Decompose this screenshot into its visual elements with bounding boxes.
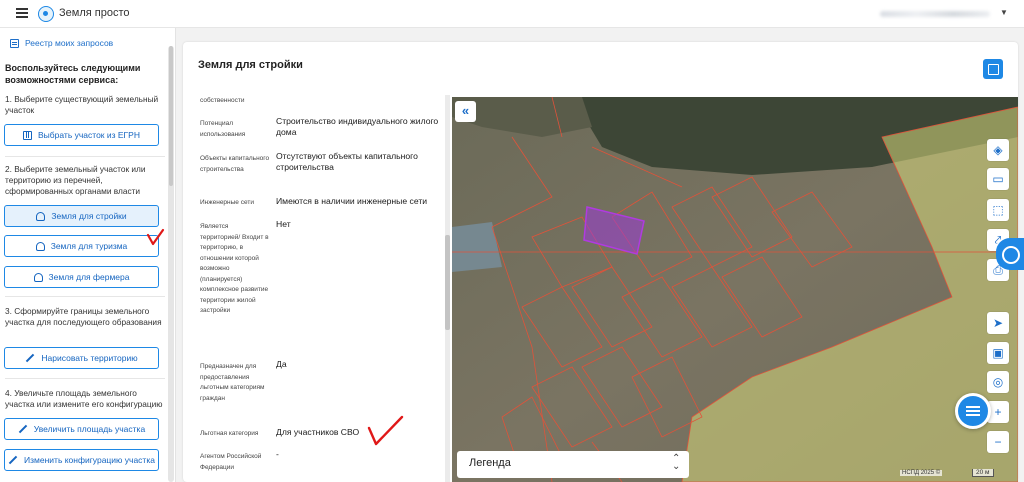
attribute-key: собственности xyxy=(200,97,245,104)
registry-link-label: Реестр моих запросов xyxy=(25,38,114,48)
select-egrn-button[interactable]: Выбрать участок из ЕГРН xyxy=(4,124,159,146)
app-title[interactable]: Земля просто xyxy=(59,7,129,19)
land-for-building-button[interactable]: Земля для стройки xyxy=(4,205,159,227)
attributes-scrollbar[interactable] xyxy=(445,95,450,482)
sort-icon: ⌃ ⌄ xyxy=(672,453,681,472)
draw-territory-label: Нарисовать территорию xyxy=(41,353,138,363)
change-configuration-button[interactable]: Изменить конфигурацию участка xyxy=(4,449,159,471)
globe-logo-icon[interactable] xyxy=(38,6,54,22)
app-header: Земля просто ▼ xyxy=(0,0,1024,28)
divider xyxy=(5,378,165,379)
attributes-table: собственности Потенциал использования Ст… xyxy=(200,96,446,482)
draw-territory-button[interactable]: Нарисовать территорию xyxy=(4,347,159,369)
legend-dropdown[interactable]: Легенда ⌃ ⌄ xyxy=(457,451,689,478)
zoom-out-icon[interactable]: − xyxy=(987,431,1009,453)
attribute-key: Инженерные сети xyxy=(200,199,254,206)
attribute-value: Нет xyxy=(276,219,291,229)
handwritten-checkmark xyxy=(367,415,404,446)
registry-icon xyxy=(10,38,19,48)
land-for-tourism-label: Земля для туризма xyxy=(50,241,128,251)
pencil-icon xyxy=(26,353,35,363)
map-icon xyxy=(23,130,33,140)
attribute-key: Объекты капитального строительства xyxy=(200,155,270,173)
pencil-icon xyxy=(8,455,18,465)
map-canvas[interactable] xyxy=(452,97,1018,482)
land-for-farmer-button[interactable]: Земля для фермера xyxy=(4,266,159,288)
step2-text: 2. Выберите земельный участок или террит… xyxy=(5,164,146,196)
locate-icon[interactable]: ➤ xyxy=(987,312,1009,334)
step4-text: 4. Увеличьте площадь земельного участка … xyxy=(5,388,163,409)
land-icon xyxy=(36,211,46,221)
map-scale: 20 м xyxy=(972,469,994,477)
attribute-value: Имеются в наличии инженерные сети xyxy=(276,196,428,206)
pencil-icon xyxy=(18,424,28,434)
divider xyxy=(5,156,165,157)
step1-text: 1. Выберите существующий земельный участ… xyxy=(5,94,159,115)
land-for-building-label: Земля для стройки xyxy=(51,211,127,221)
handwritten-checkmark xyxy=(146,228,165,246)
map-copyright: НСПД 2025 © xyxy=(900,470,943,476)
select-area-icon[interactable]: ⬚ xyxy=(987,199,1009,221)
pin-icon[interactable]: ◎ xyxy=(987,371,1009,393)
select-egrn-label: Выбрать участок из ЕГРН xyxy=(38,130,140,140)
satellite-map[interactable]: « ◈ ▭ ⬚ ⤤ ⎙ ➤ ▣ ◎ + − Легенда ⌃ ⌄ НСПД 20… xyxy=(452,97,1018,482)
attribute-key: Предназначен для предоставления льготным… xyxy=(200,363,265,402)
increase-area-label: Увеличить площадь участка xyxy=(33,424,146,434)
sidebar-scrollbar[interactable] xyxy=(168,46,174,482)
sidebar-heading: Воспользуйтесь следующими возможностями … xyxy=(5,63,141,85)
chevron-down-icon[interactable]: ▼ xyxy=(1000,8,1008,17)
map-toggle-button[interactable] xyxy=(983,59,1003,79)
collapse-panel-button[interactable]: « xyxy=(455,101,476,122)
chat-button[interactable] xyxy=(955,393,991,429)
land-icon xyxy=(35,241,45,251)
attribute-value: Для участников СВО xyxy=(276,427,360,437)
hamburger-menu-icon[interactable] xyxy=(16,8,28,18)
attribute-key: Потенциал использования xyxy=(200,120,246,138)
layers-icon[interactable]: ◈ xyxy=(987,139,1009,161)
ruler-icon[interactable]: ▭ xyxy=(987,168,1009,190)
legend-label: Легенда xyxy=(469,457,511,469)
registry-link[interactable]: Реестр моих запросов xyxy=(10,38,113,48)
attribute-value: Да xyxy=(276,359,287,369)
sidebar: Реестр моих запросов Воспользуйтесь след… xyxy=(0,28,176,482)
land-for-tourism-button[interactable]: Земля для туризма xyxy=(4,235,159,257)
attribute-key: Является территорией/ Входит в территори… xyxy=(200,223,269,314)
attribute-value: Строительство индивидуального жилого дом… xyxy=(276,116,439,137)
attribute-key: Льготная категория xyxy=(200,430,259,437)
land-icon xyxy=(33,272,43,282)
attribute-value: Отсутствуют объекты капитального строите… xyxy=(276,151,418,172)
screen-icon[interactable]: ▣ xyxy=(987,342,1009,364)
change-configuration-label: Изменить конфигурацию участка xyxy=(24,455,155,465)
increase-area-button[interactable]: Увеличить площадь участка xyxy=(4,418,159,440)
page-title: Земля для стройки xyxy=(198,59,303,71)
user-account-blurred[interactable] xyxy=(880,11,990,17)
attribute-key: Агентом Российской Федерации xyxy=(200,453,262,471)
land-for-farmer-label: Земля для фермера xyxy=(48,272,130,282)
step3-text: 3. Сформируйте границы земельного участк… xyxy=(5,306,162,327)
divider xyxy=(5,296,165,297)
attribute-value: - xyxy=(276,449,279,459)
chat-side-tab[interactable] xyxy=(996,238,1024,270)
